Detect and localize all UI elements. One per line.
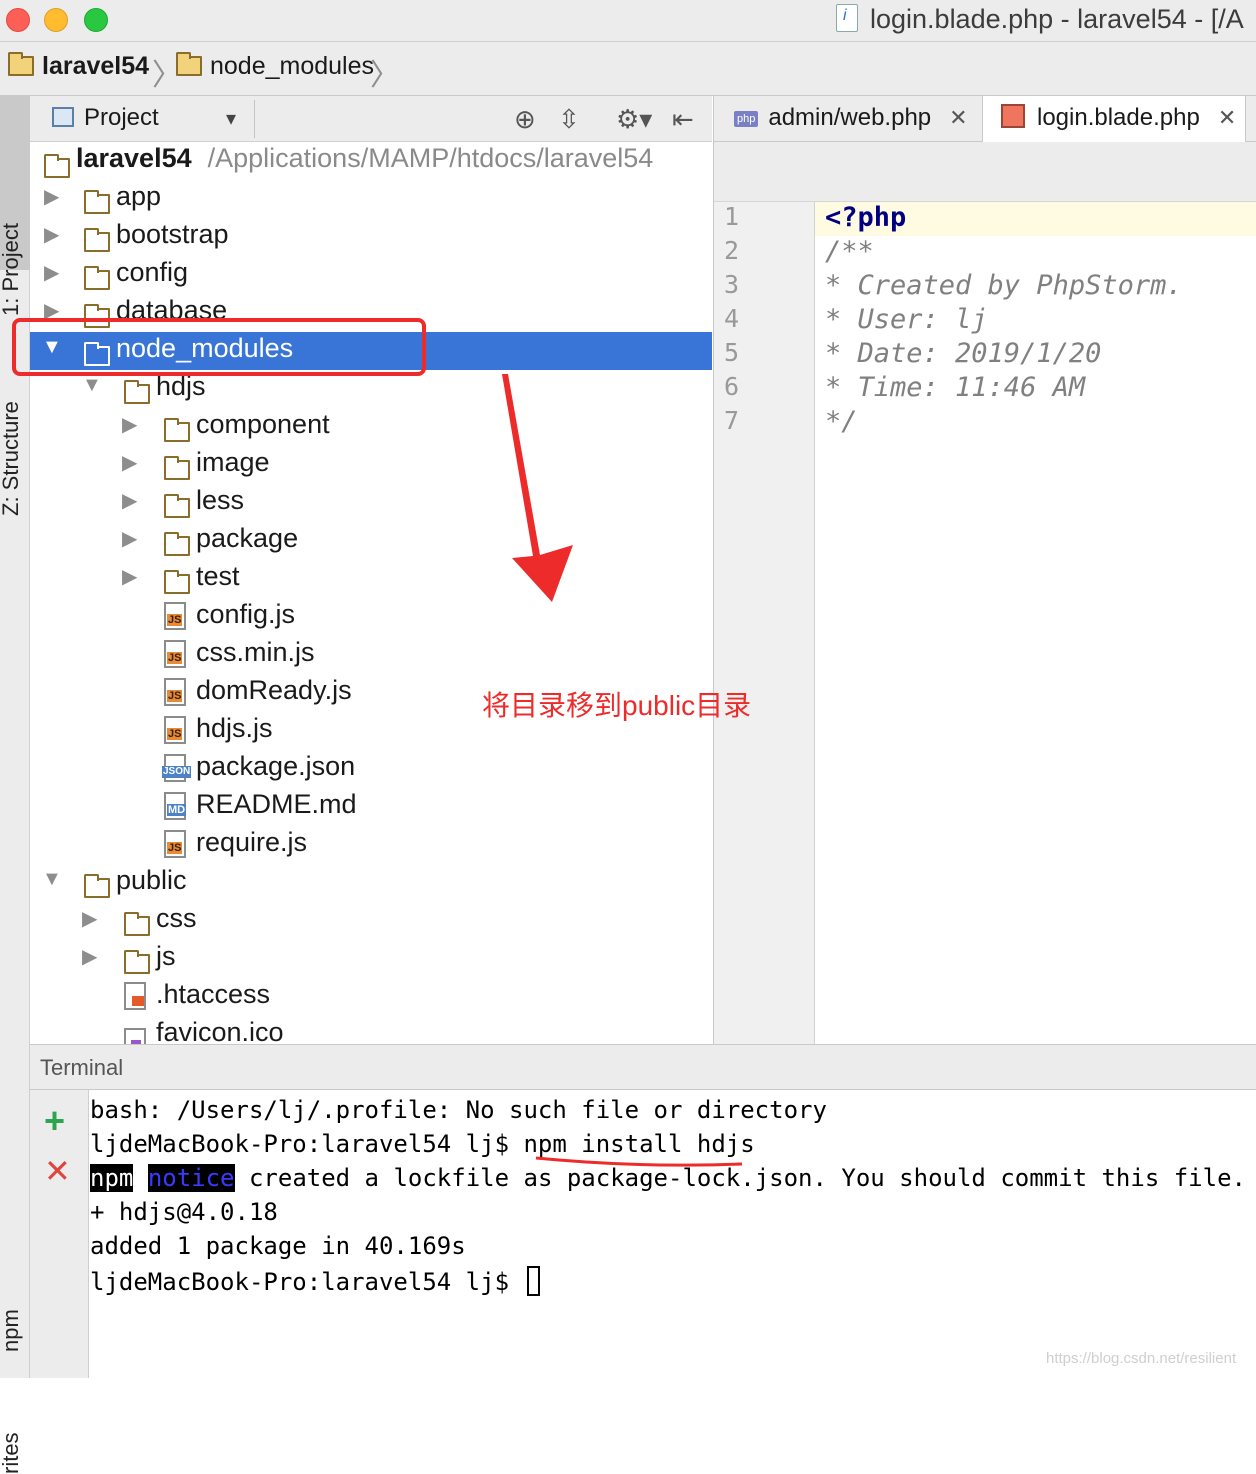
watermark: https://blog.csdn.net/resilient [1046,1350,1237,1367]
highlight-box [12,318,426,376]
tab-favorites[interactable]: rites [0,1432,24,1474]
underline-mark [535,1156,743,1167]
annotation-text: 将目录移到public目录 [482,690,752,721]
down-arrow-icon [502,374,573,602]
